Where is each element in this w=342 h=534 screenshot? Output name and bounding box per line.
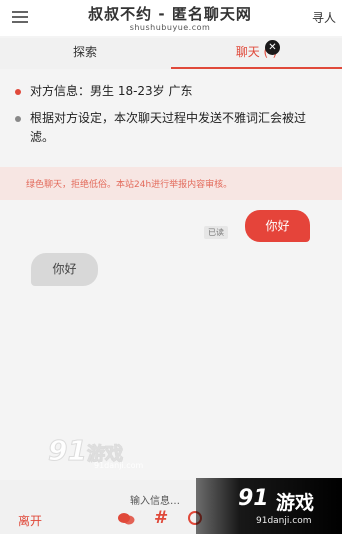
watermark-logo: 91游戏 91danji.com — [48, 434, 144, 471]
partner-info: 对方信息：男生 18-23岁 广东 — [15, 82, 320, 101]
watermark-number: 91 — [48, 434, 88, 468]
read-status-badge: 已读 — [204, 226, 228, 239]
menu-icon[interactable] — [12, 11, 28, 23]
gray-dot-icon — [15, 116, 21, 122]
partner-info-text: 对方信息：男生 18-23岁 广东 — [30, 84, 193, 98]
find-person-button[interactable]: 寻人 — [312, 9, 336, 26]
watermark-corner-url: 91danji.com — [256, 516, 312, 526]
info-panel: 对方信息：男生 18-23岁 广东 根据对方设定，本次聊天过程中发送不雅词汇会被… — [0, 72, 342, 164]
message-input[interactable]: 输入信息… — [130, 492, 180, 507]
header: 叔叔不约 - 匿名聊天网 shushubuyue.com 寻人 — [0, 0, 342, 36]
watermark-corner: 91 游戏 91danji.com — [196, 478, 342, 534]
message-bubble-received: 你好 — [31, 253, 98, 286]
tab-bar: 探索 聊天 (-) — [0, 38, 342, 69]
page-title: 叔叔不约 - 匿名聊天网 — [88, 5, 252, 23]
watermark-corner-text: 游戏 — [276, 492, 315, 514]
watermark-corner-number: 91 — [238, 486, 269, 511]
tab-explore[interactable]: 探索 — [0, 38, 170, 69]
red-dot-icon — [15, 89, 21, 95]
page-subtitle: shushubuyue.com — [129, 23, 211, 32]
close-icon[interactable]: ✕ — [265, 40, 280, 55]
filter-notice-text: 根据对方设定，本次聊天过程中发送不雅词汇会被过滤。 — [30, 111, 307, 144]
chat-icon[interactable] — [117, 512, 135, 526]
hash-icon[interactable]: # — [154, 508, 168, 528]
tab-chat[interactable]: 聊天 (-) — [171, 38, 342, 69]
notice-text: 绿色聊天，拒绝低俗。本站24h进行举报内容审核。 — [26, 180, 233, 190]
watermark-url: 91danji.com — [94, 461, 144, 470]
message-bubble-sent: 你好 — [245, 210, 310, 242]
notice-bar: 绿色聊天，拒绝低俗。本站24h进行举报内容审核。 — [0, 167, 342, 200]
leave-button[interactable]: 离开 — [18, 512, 42, 529]
filter-notice: 根据对方设定，本次聊天过程中发送不雅词汇会被过滤。 — [15, 109, 320, 147]
